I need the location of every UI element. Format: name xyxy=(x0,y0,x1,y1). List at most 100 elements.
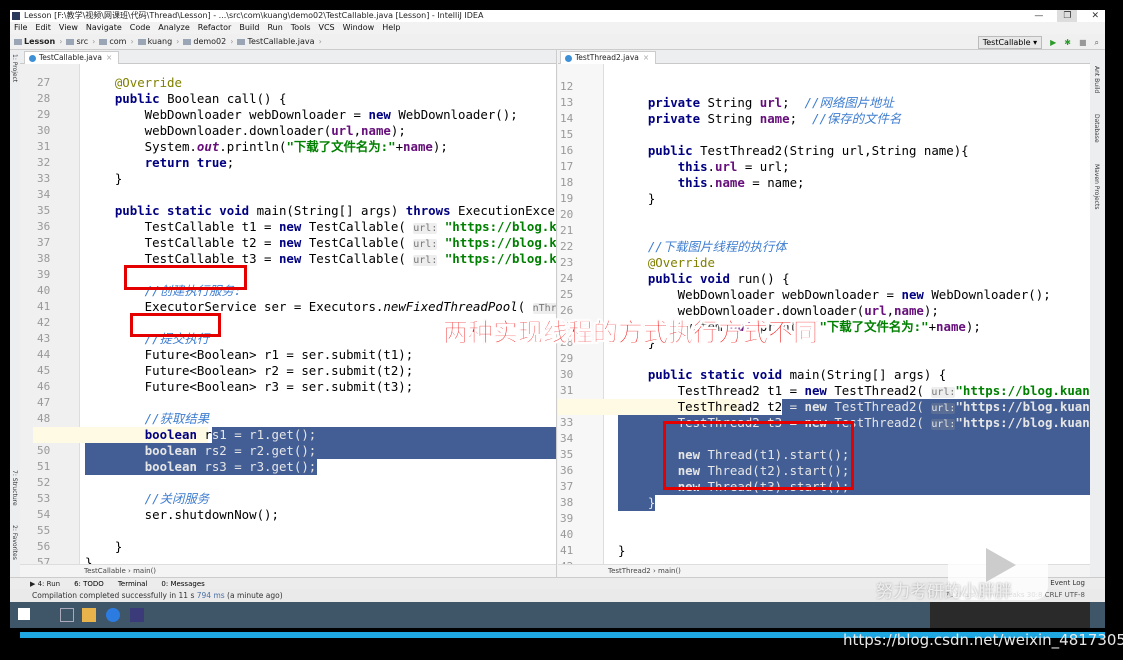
file-explorer-icon[interactable] xyxy=(82,608,96,622)
menu-refactor[interactable]: Refactor xyxy=(198,22,232,34)
menu-edit[interactable]: Edit xyxy=(35,22,51,34)
minimize-button[interactable]: — xyxy=(1034,10,1043,22)
code-line[interactable]: webDownloader.downloader(url,name); xyxy=(85,123,406,139)
code-line[interactable]: this.name = name; xyxy=(618,175,805,191)
browser-icon[interactable] xyxy=(106,608,120,622)
breadcrumb-item[interactable]: kuang xyxy=(137,34,172,49)
intellij-taskbar-icon[interactable] xyxy=(130,608,144,622)
menu-analyze[interactable]: Analyze xyxy=(158,22,190,34)
favorites-tool-button[interactable]: 2: Favorites xyxy=(11,525,18,560)
code-line[interactable]: @Override xyxy=(618,255,715,271)
breadcrumb-item[interactable]: src xyxy=(66,34,88,49)
line-number: 44 xyxy=(37,348,51,361)
structure-tool-button[interactable]: 7: Structure xyxy=(11,470,18,506)
code-line[interactable]: Future<Boolean> r3 = ser.submit(t3); xyxy=(85,379,414,395)
run-icon[interactable]: ▶ xyxy=(1050,38,1056,47)
event-log-button[interactable]: Event Log xyxy=(1050,577,1085,589)
code-line[interactable]: } xyxy=(618,543,625,559)
code-line[interactable]: WebDownloader webDownloader = new WebDow… xyxy=(618,287,1051,303)
code-line[interactable]: public void run() { xyxy=(618,271,790,287)
code-line[interactable]: boolean rs2 = r2.get(); xyxy=(85,443,317,459)
menu-window[interactable]: Window xyxy=(343,22,375,34)
database-tool-button[interactable]: Database xyxy=(1093,114,1100,143)
code-token: "下载了文件名为:" xyxy=(819,319,929,334)
code-token: url xyxy=(759,95,783,110)
code-line[interactable]: private String url; //网络图片地址 xyxy=(618,95,894,111)
code-line[interactable]: return true; xyxy=(85,155,235,171)
code-line[interactable]: //获取结果 xyxy=(85,411,210,427)
breadcrumb-item[interactable]: demo02 xyxy=(183,34,226,49)
code-token: main(String[] args) { xyxy=(782,367,947,382)
code-line[interactable]: //下载图片线程的执行体 xyxy=(618,239,787,255)
code-line[interactable]: boolean rs1 = r1.get(); xyxy=(85,427,317,443)
code-line[interactable]: } xyxy=(85,171,122,187)
code-line[interactable]: } xyxy=(618,495,655,511)
code-line[interactable]: TestThread2 t2 = new TestThread2( url:"h… xyxy=(618,399,1090,415)
code-line[interactable]: WebDownloader webDownloader = new WebDow… xyxy=(85,107,518,123)
code-line[interactable]: //关闭服务 xyxy=(85,491,210,507)
menu-build[interactable]: Build xyxy=(239,22,259,34)
code-line[interactable]: Future<Boolean> r1 = ser.submit(t1); xyxy=(85,347,414,363)
breadcrumb-item[interactable]: TestCallable.java xyxy=(237,34,315,49)
maven-tool-button[interactable]: Maven Projects xyxy=(1093,164,1100,209)
todo-tool-button[interactable]: 6: TODO xyxy=(74,578,104,589)
line-number: 51 xyxy=(37,460,51,473)
code-line[interactable]: TestCallable t1 = new TestCallable( url:… xyxy=(85,219,556,235)
system-tray[interactable] xyxy=(930,602,1090,628)
code-line[interactable]: boolean rs3 = r3.get(); xyxy=(85,459,317,475)
status-text: Compilation completed successfully in 11… xyxy=(32,591,197,600)
editor-breadcrumb[interactable]: TestCallable › main() xyxy=(20,564,556,577)
terminal-tool-button[interactable]: Terminal xyxy=(118,578,148,589)
code-token: + xyxy=(395,139,404,154)
messages-tool-button[interactable]: 0: Messages xyxy=(161,578,204,589)
annotation-box-submit xyxy=(130,313,221,337)
menu-view[interactable]: View xyxy=(59,22,78,34)
menu-help[interactable]: Help xyxy=(382,22,400,34)
breadcrumb-item[interactable]: Lesson xyxy=(14,34,55,49)
status-duration: 794 ms xyxy=(196,591,225,600)
code-line[interactable]: private String name; //保存的文件名 xyxy=(618,111,901,127)
debug-icon[interactable]: ✱ xyxy=(1064,38,1071,47)
line-number: 13 xyxy=(560,96,574,109)
line-number: 24 xyxy=(560,272,574,285)
run-tool-button[interactable]: ▶ 4: Run xyxy=(30,578,60,589)
line-number: 33 xyxy=(560,416,574,429)
run-config-select[interactable]: TestCallable ▾ xyxy=(977,36,1043,49)
code-token: TestCallable t2 = xyxy=(85,235,279,250)
project-tool-button[interactable]: 1: Project xyxy=(11,54,18,82)
menu-run[interactable]: Run xyxy=(267,22,282,34)
windows-start-icon[interactable] xyxy=(18,608,30,620)
code-line[interactable]: @Override xyxy=(85,75,182,91)
ant-build-tool-button[interactable]: Ant Build xyxy=(1093,66,1100,93)
close-button[interactable]: ✕ xyxy=(1091,10,1099,22)
code-line[interactable]: TestThread2 t1 = new TestThread2( url:"h… xyxy=(618,383,1090,399)
stop-icon[interactable]: ■ xyxy=(1079,38,1087,47)
menu-vcs[interactable]: VCS xyxy=(319,22,335,34)
breadcrumb-item[interactable]: com xyxy=(99,34,126,49)
menu-code[interactable]: Code xyxy=(130,22,150,34)
code-line[interactable]: public TestThread2(String url,String nam… xyxy=(618,143,969,159)
search-icon[interactable]: ⌕ xyxy=(1095,38,1099,48)
code-line[interactable]: ser.shutdownNow(); xyxy=(85,507,279,523)
code-token: TestThread2(String url,String name){ xyxy=(692,143,969,158)
code-line[interactable]: TestCallable t2 = new TestCallable( url:… xyxy=(85,235,556,251)
code-line[interactable]: Future<Boolean> r2 = ser.submit(t2); xyxy=(85,363,414,379)
code-token: new xyxy=(804,399,827,414)
menu-file[interactable]: File xyxy=(14,22,27,34)
task-view-icon[interactable] xyxy=(60,608,74,622)
code-line[interactable]: this.url = url; xyxy=(618,159,790,175)
breadcrumb-separator: › xyxy=(130,37,134,46)
code-line[interactable]: public static void main(String[] args) { xyxy=(618,367,946,383)
line-number: 21 xyxy=(560,224,574,237)
menu-navigate[interactable]: Navigate xyxy=(86,22,122,34)
line-number: 16 xyxy=(560,144,574,157)
code-line[interactable]: } xyxy=(618,191,655,207)
restore-button[interactable]: ❐ xyxy=(1057,10,1078,22)
code-line[interactable]: public Boolean call() { xyxy=(85,91,287,107)
code-line[interactable]: System.out.println("下载了文件名为:"+name); xyxy=(85,139,448,155)
code-line[interactable]: public static void main(String[] args) t… xyxy=(85,203,556,219)
menu-tools[interactable]: Tools xyxy=(291,22,311,34)
code-line[interactable]: } xyxy=(85,539,122,555)
